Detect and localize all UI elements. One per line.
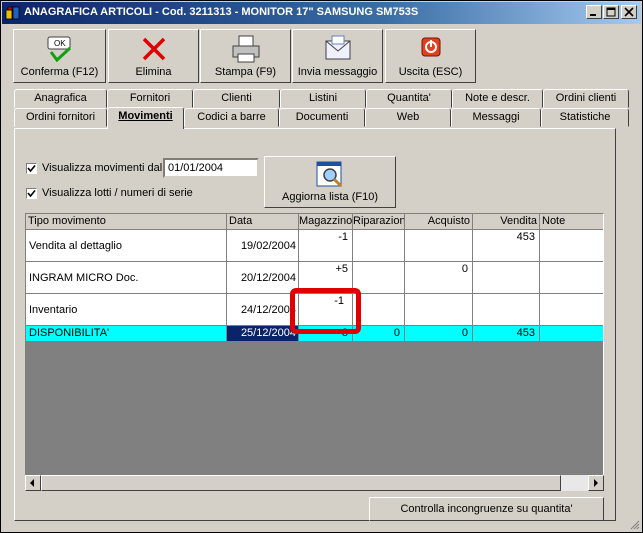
show-movements-label: Visualizza movimenti dal — [42, 162, 163, 174]
cell-vendita: 453 — [473, 230, 540, 262]
col-header-data[interactable]: Data — [227, 214, 299, 230]
magnifier-list-icon — [316, 161, 343, 188]
col-header-riparazioni[interactable]: Riparazioni — [353, 214, 405, 230]
ok-icon-text: OK — [54, 39, 66, 48]
cell-data: 25/12/2004 — [227, 326, 299, 342]
cell-data: 24/12/2004 — [227, 294, 299, 326]
minimize-button[interactable] — [586, 5, 602, 19]
cell-note — [540, 326, 603, 342]
close-button[interactable] — [621, 5, 637, 19]
annotation-highlight — [290, 288, 361, 334]
refresh-list-button[interactable]: Aggiorna lista (F10) — [264, 156, 396, 208]
arrow-right-icon — [594, 479, 598, 487]
exit-label: Uscita (ESC) — [398, 66, 463, 78]
print-button[interactable]: Stampa (F9) — [200, 29, 291, 83]
print-label: Stampa (F9) — [214, 66, 277, 78]
tab-note-descr[interactable]: Note e descr. — [452, 89, 543, 108]
cell-riparazioni — [353, 230, 405, 262]
horizontal-scrollbar[interactable] — [25, 475, 604, 491]
send-message-label: Invia messaggio — [297, 66, 378, 78]
col-header-acquisto[interactable]: Acquisto — [405, 214, 473, 230]
resize-grip-icon[interactable] — [628, 518, 640, 530]
send-message-button[interactable]: Invia messaggio — [292, 29, 383, 83]
confirm-label: Conferma (F12) — [20, 66, 99, 78]
cell-acquisto: 0 — [405, 326, 473, 342]
cell-riparazioni — [353, 262, 405, 294]
tab-clienti[interactable]: Clienti — [193, 89, 280, 108]
tab-codici-a-barre[interactable]: Codici a barre — [184, 108, 279, 127]
cell-vendita — [473, 294, 540, 326]
tab-messaggi[interactable]: Messaggi — [451, 108, 541, 127]
tab-documenti[interactable]: Documenti — [279, 108, 365, 127]
printer-icon — [232, 35, 259, 63]
tab-listini[interactable]: Listini — [280, 89, 366, 108]
scroll-left-button[interactable] — [25, 475, 41, 491]
tab-fornitori[interactable]: Fornitori — [107, 89, 193, 108]
exit-button[interactable]: Uscita (ESC) — [385, 29, 476, 83]
tab-movimenti[interactable]: Movimenti — [107, 107, 184, 129]
show-movements-checkbox[interactable] — [26, 163, 37, 174]
scroll-right-button[interactable] — [588, 475, 604, 491]
cell-vendita: 453 — [473, 326, 540, 342]
delete-button[interactable]: Elimina — [108, 29, 199, 83]
window-title: ANAGRAFICA ARTICOLI - Cod. 3211313 - MON… — [24, 6, 419, 18]
tab-web[interactable]: Web — [365, 108, 451, 127]
checkmark-icon — [27, 164, 36, 173]
table-row[interactable]: Vendita al dettaglio 19/02/2004 -1 453 — [26, 230, 603, 262]
checkmark-icon — [27, 189, 36, 198]
maximize-button[interactable] — [603, 5, 619, 19]
cell-note — [540, 262, 603, 294]
cell-note — [540, 294, 603, 326]
cell-tipo: DISPONIBILITA' — [26, 326, 227, 342]
envelope-icon — [325, 35, 350, 60]
cell-vendita — [473, 262, 540, 294]
delete-x-icon — [142, 37, 165, 61]
cell-acquisto: 0 — [405, 262, 473, 294]
cell-data: 19/02/2004 — [227, 230, 299, 262]
power-icon — [421, 37, 440, 57]
article-window: ANAGRAFICA ARTICOLI - Cod. 3211313 - MON… — [0, 0, 643, 533]
app-icon — [5, 6, 20, 20]
show-lots-label: Visualizza lotti / numeri di serie — [42, 187, 193, 199]
scroll-thumb[interactable] — [41, 475, 561, 491]
cell-tipo: INGRAM MICRO Doc. — [26, 262, 227, 294]
col-header-vendita[interactable]: Vendita — [473, 214, 540, 230]
tab-quantita[interactable]: Quantita' — [366, 89, 452, 108]
cell-data: 20/12/2004 — [227, 262, 299, 294]
close-icon — [624, 7, 634, 17]
movements-grid[interactable]: Tipo movimento Data Magazzino Riparazion… — [25, 213, 604, 491]
cell-note — [540, 230, 603, 262]
col-header-tipo[interactable]: Tipo movimento — [26, 214, 227, 230]
tab-statistiche[interactable]: Statistiche — [541, 108, 629, 127]
confirm-button[interactable]: OK Conferma (F12) — [13, 29, 106, 83]
cell-acquisto — [405, 294, 473, 326]
cell-tipo: Vendita al dettaglio — [26, 230, 227, 262]
title-bar[interactable]: ANAGRAFICA ARTICOLI - Cod. 3211313 - MON… — [2, 2, 641, 24]
maximize-icon — [606, 7, 616, 17]
check-inconsistencies-button[interactable]: Controlla incongruenze su quantita' — [369, 497, 604, 521]
col-header-magazzino[interactable]: Magazzino — [299, 214, 353, 230]
show-lots-checkbox[interactable] — [26, 188, 37, 199]
refresh-list-label: Aggiorna lista (F10) — [282, 191, 378, 203]
minimize-icon — [590, 14, 596, 16]
cell-magazzino: -1 — [299, 230, 353, 262]
col-header-note[interactable]: Note — [540, 214, 603, 230]
arrow-left-icon — [30, 479, 34, 487]
tab-ordini-clienti[interactable]: Ordini clienti — [543, 89, 629, 108]
ok-check-icon: OK — [47, 36, 71, 63]
tab-ordini-fornitori[interactable]: Ordini fornitori — [14, 108, 107, 127]
tab-anagrafica[interactable]: Anagrafica — [14, 89, 107, 108]
cell-acquisto — [405, 230, 473, 262]
date-from-input[interactable]: 01/01/2004 — [163, 158, 259, 178]
delete-label: Elimina — [135, 66, 172, 78]
cell-tipo: Inventario — [26, 294, 227, 326]
